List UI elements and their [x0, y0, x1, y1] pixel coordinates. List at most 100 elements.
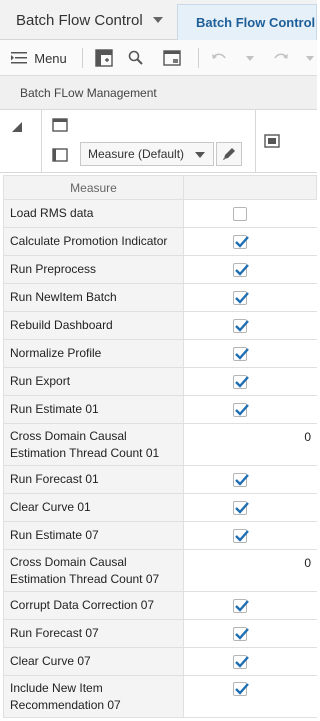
section-title: Batch FLow Management: [20, 85, 157, 100]
row-checkbox[interactable]: [233, 529, 249, 543]
row-number-value: 0: [304, 430, 311, 444]
row-value-cell[interactable]: 0: [184, 550, 318, 591]
chevron-down-icon: [305, 55, 314, 61]
row-checkbox[interactable]: [233, 263, 249, 277]
row-value-cell[interactable]: [184, 466, 318, 493]
row-value-cell[interactable]: [184, 256, 318, 283]
row-label: Cross Domain Causal Estimation Thread Co…: [4, 424, 184, 465]
row-checkbox[interactable]: [233, 291, 249, 305]
row-checkbox[interactable]: [233, 655, 249, 669]
toolbar-divider: [198, 48, 199, 68]
checkmark-icon: [235, 600, 249, 612]
row-checkbox[interactable]: [233, 375, 249, 389]
row-checkbox[interactable]: [233, 319, 249, 333]
row-number-value: 0: [304, 556, 311, 570]
row-checkbox[interactable]: [233, 627, 249, 641]
row-label: Run Forecast 07: [4, 620, 184, 647]
row-checkbox[interactable]: [233, 682, 249, 696]
row-value-cell[interactable]: [184, 620, 318, 647]
chevron-down-icon: [152, 17, 163, 23]
row-value-cell[interactable]: 0: [184, 424, 318, 465]
undo-dropdown[interactable]: [242, 40, 258, 76]
row-value-cell[interactable]: [184, 284, 318, 311]
table-row: Run Estimate 01: [3, 396, 317, 424]
row-value-cell[interactable]: [184, 200, 318, 227]
row-value-cell[interactable]: [184, 228, 318, 255]
row-dimension-area: Measure (Default): [42, 110, 256, 173]
row-label: Rebuild Dashboard: [4, 312, 184, 339]
tab-label: Batch Flow Control: [196, 15, 316, 30]
workspace-dropdown-label: Batch Flow Control: [16, 11, 143, 29]
row-checkbox[interactable]: [233, 347, 249, 361]
row-checkbox[interactable]: [233, 403, 249, 417]
column-dimension-area: [256, 110, 317, 173]
row-value-cell[interactable]: [184, 648, 318, 675]
table-row: Rebuild Dashboard: [3, 312, 317, 340]
checkmark-icon: [235, 474, 249, 486]
checkmark-icon: [235, 376, 249, 388]
column-edge-icon[interactable]: [264, 134, 280, 148]
workspace-dropdown[interactable]: Batch Flow Control: [0, 0, 168, 40]
table-row: Cross Domain Causal Estimation Thread Co…: [3, 424, 317, 466]
pivot-area: Measure (Default): [0, 110, 317, 173]
row-checkbox[interactable]: [233, 473, 249, 487]
row-value-cell[interactable]: [184, 676, 318, 717]
corner-triangle-icon: [12, 122, 22, 132]
view-button[interactable]: [160, 40, 184, 76]
menu-button[interactable]: Menu: [10, 40, 68, 76]
edit-measure-button[interactable]: [216, 142, 242, 166]
row-checkbox[interactable]: [233, 207, 247, 221]
row-value-cell[interactable]: [184, 522, 318, 549]
row-label: Run Estimate 01: [4, 396, 184, 423]
table-row: Clear Curve 07: [3, 648, 317, 676]
checkmark-icon: [235, 530, 249, 542]
measure-dropdown[interactable]: Measure (Default): [80, 142, 214, 166]
menu-label: Menu: [34, 50, 67, 66]
row-value-cell[interactable]: [184, 312, 318, 339]
row-label: Clear Curve 01: [4, 494, 184, 521]
table-row: Run Preprocess: [3, 256, 317, 284]
row-label: Cross Domain Causal Estimation Thread Co…: [4, 550, 184, 591]
section-header: Batch FLow Management: [0, 76, 317, 110]
row-label: Run Export: [4, 368, 184, 395]
page-edge-icon[interactable]: [52, 118, 68, 132]
table-row: Run Estimate 07: [3, 522, 317, 550]
redo-dropdown[interactable]: [302, 40, 317, 76]
row-label: Calculate Promotion Indicator: [4, 228, 184, 255]
checkmark-icon: [235, 404, 249, 416]
search-button[interactable]: [124, 40, 148, 76]
toolbar-divider: [82, 48, 83, 68]
row-value-cell[interactable]: [184, 592, 318, 619]
row-checkbox[interactable]: [233, 235, 249, 249]
search-icon: [128, 50, 143, 65]
column-header-measure: Measure: [4, 176, 184, 199]
row-label: Run Preprocess: [4, 256, 184, 283]
row-value-cell[interactable]: [184, 494, 318, 521]
checkmark-icon: [235, 628, 249, 640]
checkmark-icon: [235, 348, 249, 360]
redo-button[interactable]: [270, 40, 292, 76]
redo-icon: [274, 53, 288, 59]
toolbar: Menu: [0, 40, 317, 76]
pivot-corner[interactable]: [0, 110, 42, 173]
row-label: Run Forecast 01: [4, 466, 184, 493]
tab-batch-flow-control[interactable]: Batch Flow Control: [177, 4, 317, 40]
checkmark-icon: [235, 236, 249, 248]
chevron-down-icon: [195, 152, 205, 158]
row-value-cell[interactable]: [184, 340, 318, 367]
tab-bar: Batch Flow Control Batch Flow Control: [0, 0, 317, 40]
row-value-cell[interactable]: [184, 368, 318, 395]
grid-header: Measure: [3, 175, 317, 200]
measure-dropdown-value: Measure (Default): [88, 147, 185, 161]
row-edge-icon[interactable]: [52, 148, 68, 162]
row-checkbox[interactable]: [233, 501, 249, 515]
pivot-button[interactable]: [92, 40, 116, 76]
row-value-cell[interactable]: [184, 396, 318, 423]
checkmark-icon: [235, 683, 249, 695]
checkmark-icon: [235, 264, 249, 276]
row-checkbox[interactable]: [233, 599, 249, 613]
checkmark-icon: [235, 502, 249, 514]
undo-button[interactable]: [208, 40, 230, 76]
table-row: Cross Domain Causal Estimation Thread Co…: [3, 550, 317, 592]
table-row: Include New Item Recommendation 07: [3, 676, 317, 718]
